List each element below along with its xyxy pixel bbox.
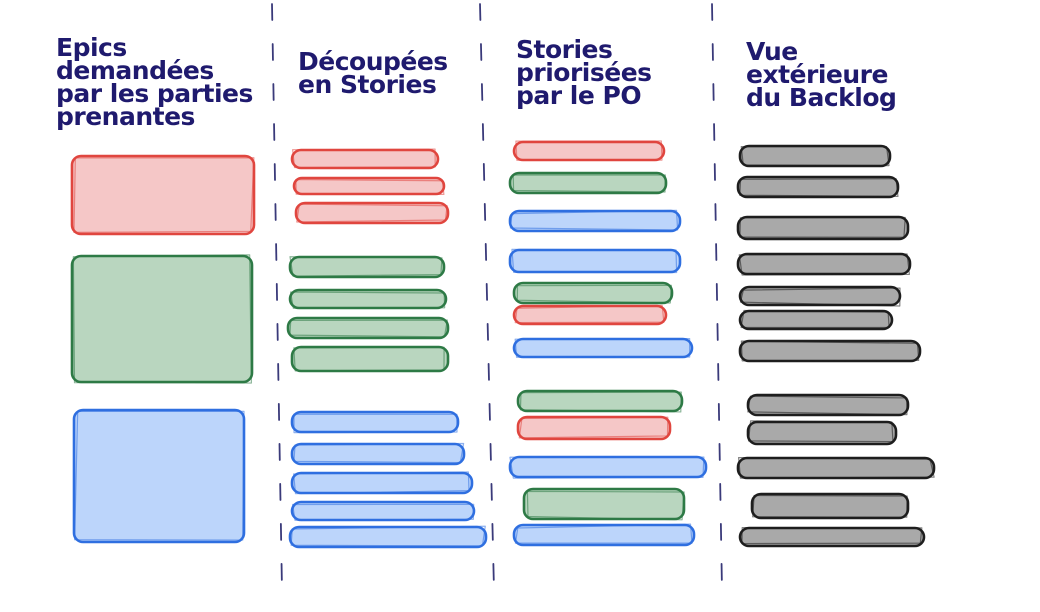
story-bar-green bbox=[288, 255, 446, 279]
story-bar-red bbox=[512, 304, 668, 326]
story-bar-gray-fill bbox=[736, 252, 912, 276]
epic-box-green bbox=[70, 254, 254, 384]
story-bar-red-fill bbox=[512, 304, 668, 326]
story-bar-blue-fill bbox=[508, 455, 708, 479]
heading-prioritized-stories: Stories priorisées par le PO bbox=[516, 37, 652, 110]
heading-epics: Epics demandées par les parties prenante… bbox=[56, 35, 253, 131]
story-bar-gray bbox=[736, 215, 910, 241]
epic-box-red-fill bbox=[70, 154, 256, 236]
story-bar-gray-fill bbox=[736, 175, 900, 199]
story-bar-red bbox=[294, 201, 450, 225]
story-bar-blue bbox=[508, 455, 708, 479]
story-bar-gray bbox=[750, 492, 910, 520]
story-bar-green-fill bbox=[516, 389, 684, 413]
story-bar-green-fill bbox=[522, 487, 686, 521]
story-bar-gray-fill bbox=[738, 144, 892, 168]
story-bar-green bbox=[516, 389, 684, 413]
story-bar-gray bbox=[746, 420, 898, 446]
heading-split-stories: Découpées en Stories bbox=[298, 49, 448, 99]
divider-line-3 bbox=[711, 3, 723, 591]
story-bar-blue bbox=[508, 209, 682, 233]
story-bar-blue-fill bbox=[290, 410, 460, 434]
story-bar-green bbox=[508, 171, 668, 195]
story-bar-gray bbox=[738, 339, 922, 363]
story-bar-blue bbox=[290, 442, 466, 466]
story-bar-green bbox=[286, 316, 450, 340]
story-bar-gray bbox=[738, 285, 902, 307]
story-bar-gray-fill bbox=[750, 492, 910, 520]
story-bar-blue-fill bbox=[288, 525, 488, 549]
column-split-stories bbox=[286, 148, 488, 549]
epic-box-red bbox=[70, 154, 256, 236]
story-bar-red bbox=[516, 415, 672, 441]
heading-backlog-line-3: du Backlog bbox=[746, 83, 897, 112]
story-bar-red bbox=[290, 148, 440, 170]
story-bar-blue-fill bbox=[290, 471, 474, 495]
heading-epics-line-4: prenantes bbox=[56, 102, 195, 131]
story-bar-blue bbox=[288, 525, 488, 549]
story-bar-blue bbox=[512, 337, 694, 359]
story-bar-blue-fill bbox=[512, 337, 694, 359]
epic-box-blue bbox=[72, 408, 246, 544]
story-bar-blue bbox=[290, 410, 460, 434]
epic-box-blue-fill bbox=[72, 408, 246, 544]
story-bar-green-fill bbox=[290, 345, 450, 373]
story-bar-gray bbox=[746, 393, 910, 417]
story-bar-blue bbox=[290, 471, 474, 495]
story-bar-blue bbox=[290, 500, 476, 522]
epic-box-green-fill bbox=[70, 254, 254, 384]
story-bar-green bbox=[522, 487, 686, 521]
story-bar-blue-fill bbox=[508, 248, 682, 274]
story-bar-red bbox=[512, 140, 666, 162]
column-prioritized-stories bbox=[508, 140, 708, 547]
story-bar-gray bbox=[738, 526, 926, 548]
story-bar-gray bbox=[738, 144, 892, 168]
story-bar-red-fill bbox=[512, 140, 666, 162]
story-bar-red bbox=[292, 176, 446, 196]
story-bar-gray-fill bbox=[738, 309, 894, 331]
story-bar-gray bbox=[736, 456, 936, 480]
story-bar-green-fill bbox=[508, 171, 668, 195]
story-bar-green bbox=[290, 345, 450, 373]
story-bar-red-fill bbox=[290, 148, 440, 170]
story-bar-gray-fill bbox=[736, 456, 936, 480]
story-bar-gray bbox=[736, 175, 900, 199]
story-bar-gray-fill bbox=[738, 339, 922, 363]
story-bar-green bbox=[288, 288, 448, 310]
divider-line-1 bbox=[271, 3, 283, 591]
story-bar-blue bbox=[512, 523, 696, 547]
story-bar-blue bbox=[508, 248, 682, 274]
column-backlog-view bbox=[736, 144, 936, 548]
story-bar-green-fill bbox=[288, 255, 446, 279]
story-bar-gray-fill bbox=[736, 215, 910, 241]
divider-line-2 bbox=[479, 3, 495, 591]
story-bar-gray bbox=[738, 309, 894, 331]
heading-split-line-2: en Stories bbox=[298, 70, 437, 99]
column-epics bbox=[70, 154, 256, 544]
heading-backlog-view: Vue extérieure du Backlog bbox=[746, 39, 897, 112]
story-bar-gray bbox=[736, 252, 912, 276]
heading-prioritized-line-3: par le PO bbox=[516, 81, 642, 110]
story-bar-green bbox=[512, 281, 674, 305]
